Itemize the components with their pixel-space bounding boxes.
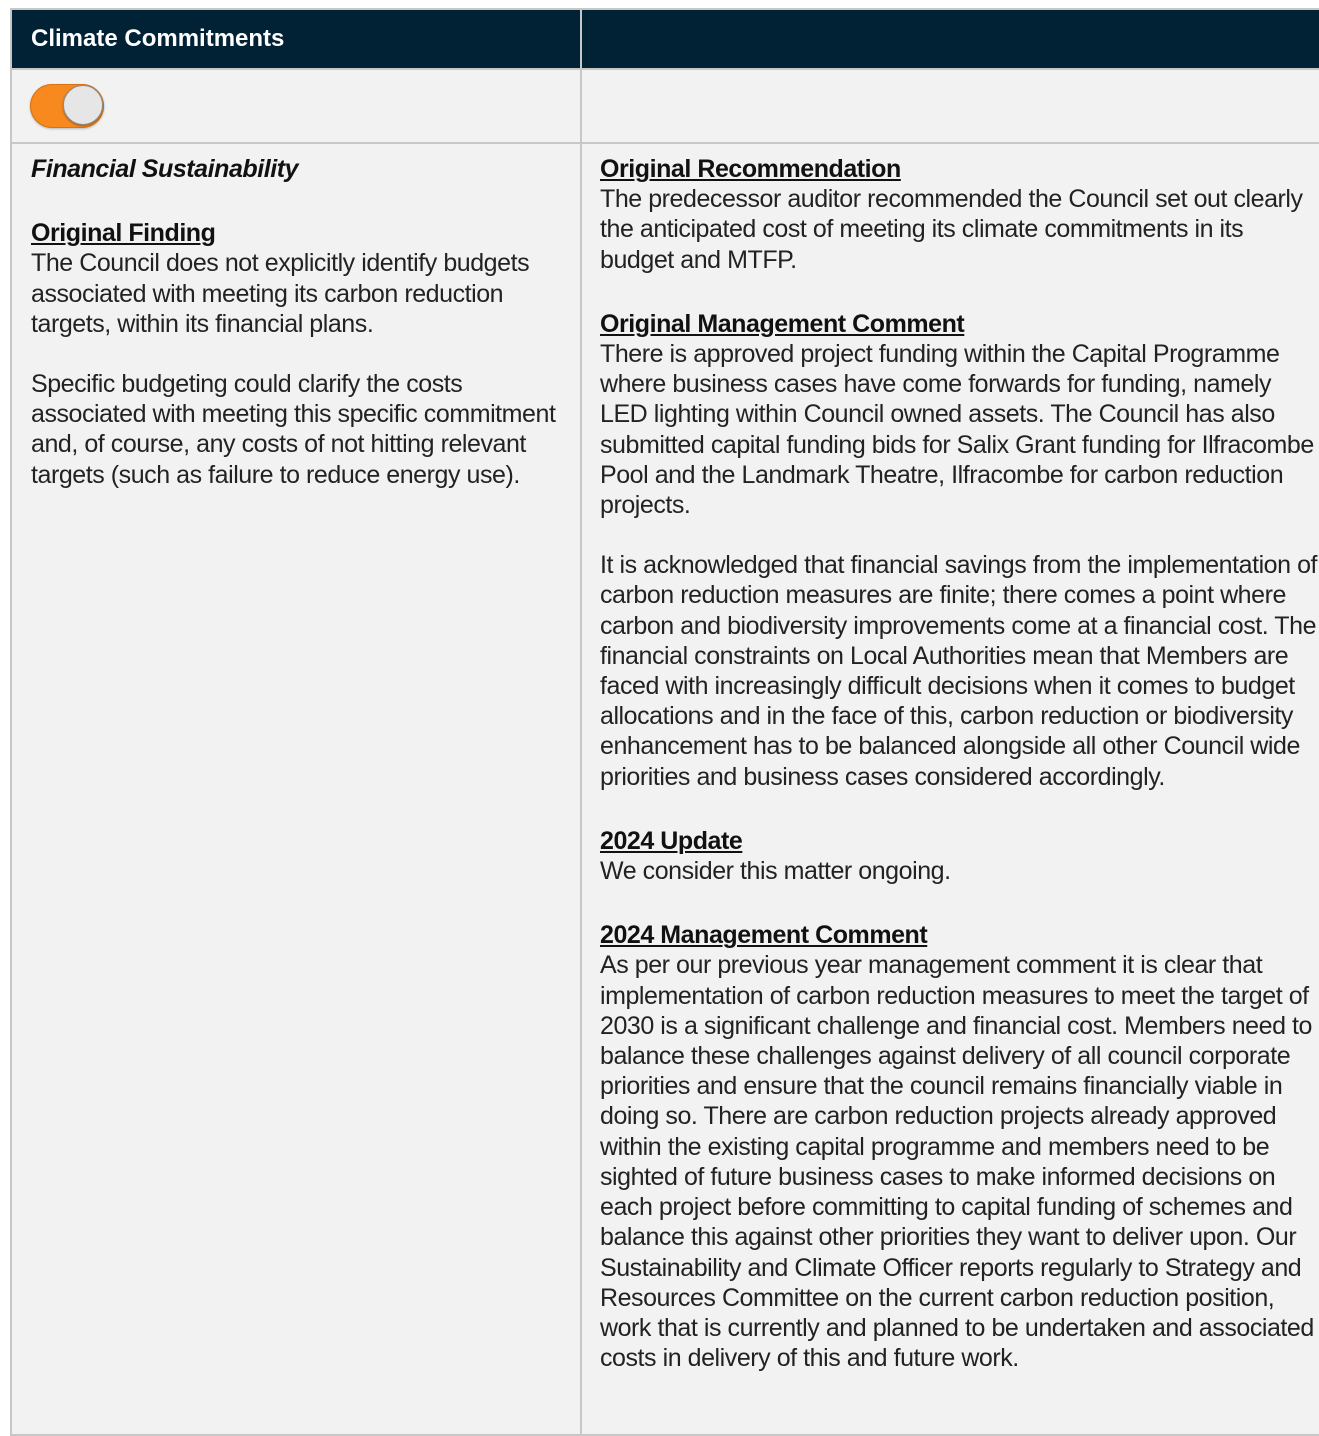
toggle-cell xyxy=(10,68,582,144)
body-row: Financial Sustainability Original Findin… xyxy=(10,142,1319,1436)
original-finding-heading: Original Finding xyxy=(31,219,216,248)
left-body-cell: Financial Sustainability Original Findin… xyxy=(10,142,582,1436)
original-management-comment-paragraph-1: There is approved project funding within… xyxy=(600,340,1314,520)
header-right-cell xyxy=(580,8,1319,70)
original-management-comment-paragraph-2: It is acknowledged that financial saving… xyxy=(600,551,1318,791)
section-title: Financial Sustainability xyxy=(31,155,299,183)
management-comment-2024-paragraph: As per our previous year management comm… xyxy=(600,951,1314,1373)
toggle-row xyxy=(10,68,1319,144)
climate-commitments-table: Climate Commitments Financial Sustainabi… xyxy=(10,8,1319,1436)
original-recommendation-heading: Original Recommendation xyxy=(600,155,901,183)
original-recommendation-paragraph: The predecessor auditor recommended the … xyxy=(600,185,1303,274)
update-2024-heading: 2024 Update xyxy=(600,826,743,855)
original-finding-paragraph-2: Specific budgeting could clarify the cos… xyxy=(31,370,556,489)
original-finding-paragraph-1: The Council does not explicitly identify… xyxy=(31,249,530,338)
update-2024-paragraph: We consider this matter ongoing. xyxy=(600,857,951,886)
toggle-knob[interactable] xyxy=(63,85,103,125)
toggle-switch[interactable] xyxy=(30,84,104,128)
header-title: Climate Commitments xyxy=(10,8,582,70)
header-row: Climate Commitments xyxy=(10,8,1319,70)
toggle-row-empty-cell xyxy=(580,68,1319,144)
management-comment-2024-heading: 2024 Management Comment xyxy=(600,921,928,950)
right-body-cell: Original Recommendation The predecessor … xyxy=(580,142,1319,1436)
original-management-comment-heading: Original Management Comment xyxy=(600,309,965,338)
